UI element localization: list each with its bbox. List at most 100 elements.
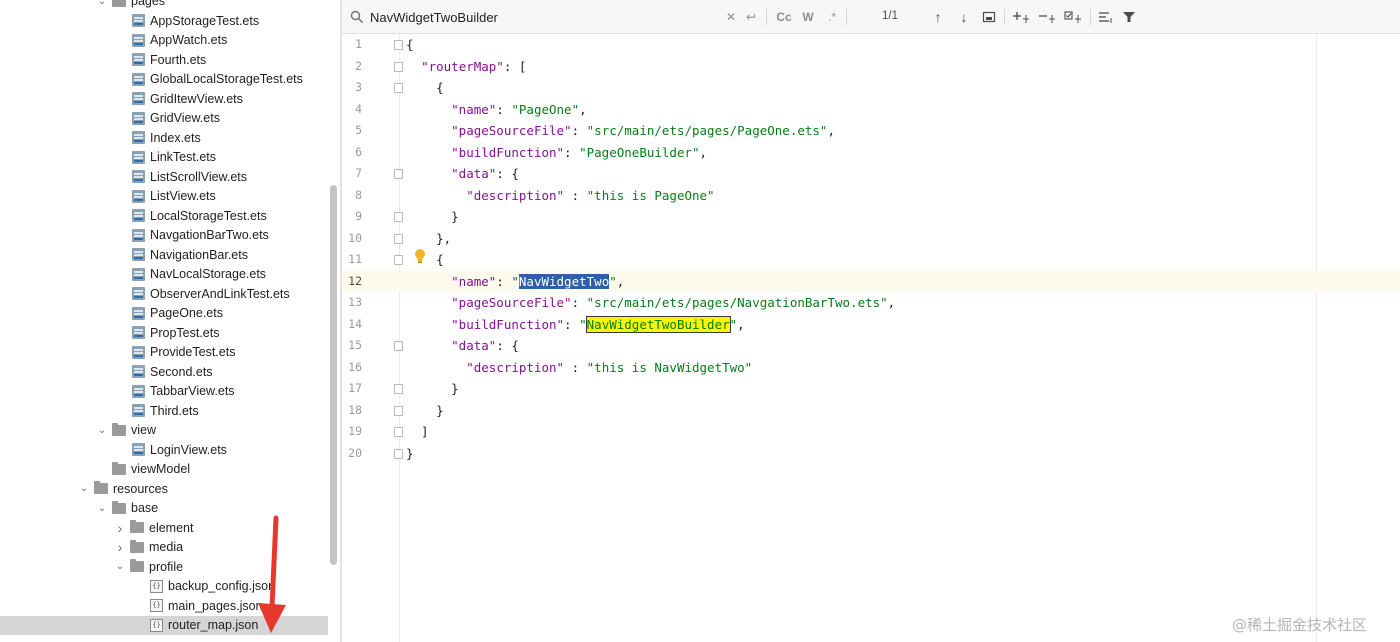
tree-item-navgationbartwo-ets[interactable]: NavgationBarTwo.ets xyxy=(0,226,328,246)
tree-item-label: ListView.ets xyxy=(150,189,216,204)
tree-item-providetest-ets[interactable]: ProvideTest.ets xyxy=(0,343,328,363)
tree-item-label: GridView.ets xyxy=(150,111,220,126)
watermark: @稀土掘金技术社区 xyxy=(1232,616,1368,634)
chevron-right-icon[interactable]: › xyxy=(114,539,126,555)
tree-item-listview-ets[interactable]: ListView.ets xyxy=(0,187,328,207)
fold-marker-icon[interactable] xyxy=(394,255,403,265)
tree-item-navlocalstorage-ets[interactable]: NavLocalStorage.ets xyxy=(0,265,328,285)
tree-item-linktest-ets[interactable]: LinkTest.ets xyxy=(0,148,328,168)
code-line[interactable]: 3 { xyxy=(342,77,1400,99)
ets-file-icon xyxy=(132,189,145,203)
tree-item-localstoragetest-ets[interactable]: LocalStorageTest.ets xyxy=(0,206,328,226)
tree-item-appstoragetest-ets[interactable]: AppStorageTest.ets xyxy=(0,11,328,31)
fold-marker-icon[interactable] xyxy=(394,427,403,437)
fold-marker-icon[interactable] xyxy=(394,61,403,72)
select-all-occurrences-icon[interactable] xyxy=(982,8,996,26)
code-line[interactable]: 10 }, xyxy=(342,228,1400,250)
code-line[interactable]: 8 "description" : "this is PageOne" xyxy=(342,185,1400,207)
code-line[interactable]: 9 } xyxy=(342,206,1400,228)
select-all-icon[interactable] xyxy=(1064,8,1082,26)
fold-marker-icon[interactable] xyxy=(394,405,403,416)
tree-item-loginview-ets[interactable]: LoginView.ets xyxy=(0,440,328,460)
tree-item-griditewview-ets[interactable]: GridItewView.ets xyxy=(0,89,328,109)
tree-item-globallocalstoragetest-ets[interactable]: GlobalLocalStorageTest.ets xyxy=(0,70,328,90)
chevron-down-icon[interactable]: ⌄ xyxy=(96,0,108,7)
annotation-arrow xyxy=(258,515,286,633)
tree-item-appwatch-ets[interactable]: AppWatch.ets xyxy=(0,31,328,51)
chevron-down-icon[interactable]: ⌄ xyxy=(96,502,108,514)
whole-words-toggle[interactable]: W xyxy=(800,8,816,26)
tree-item-label: ProvideTest.ets xyxy=(150,345,236,360)
code-line[interactable]: 4 "name": "PageOne", xyxy=(342,99,1400,121)
chevron-right-icon[interactable]: › xyxy=(114,520,126,536)
filter-icon[interactable] xyxy=(1122,8,1136,26)
tree-item-label: AppStorageTest.ets xyxy=(150,13,260,28)
clear-icon[interactable]: ✕ xyxy=(724,8,738,26)
fold-marker-icon[interactable] xyxy=(394,384,403,394)
code-line[interactable]: 15 "data": { xyxy=(342,335,1400,357)
tree-item-label: view xyxy=(131,423,157,438)
tree-item-observerandlinktest-ets[interactable]: ObserverAndLinkTest.ets xyxy=(0,284,328,304)
tree-item-tabbarview-ets[interactable]: TabbarView.ets xyxy=(0,382,328,402)
tree-item-second-ets[interactable]: Second.ets xyxy=(0,362,328,382)
code-line[interactable]: 14 "buildFunction": "NavWidgetTwoBuilder… xyxy=(342,314,1400,336)
tree-item-resources[interactable]: ⌄ resources xyxy=(0,479,328,499)
code-editor[interactable]: 1{2 "routerMap": [3 {4 "name": "PageOne"… xyxy=(342,34,1400,642)
fold-marker-icon[interactable] xyxy=(394,448,403,459)
fold-marker-icon[interactable] xyxy=(394,83,403,93)
fold-marker-icon[interactable] xyxy=(394,212,403,222)
search-icon[interactable] xyxy=(350,10,364,24)
chevron-down-icon[interactable]: ⌄ xyxy=(78,483,90,495)
remove-selection-icon[interactable] xyxy=(1038,8,1056,26)
fold-marker-icon[interactable] xyxy=(394,40,403,50)
tree-scrollbar[interactable] xyxy=(330,185,337,565)
chevron-down-icon[interactable]: ⌄ xyxy=(96,424,108,436)
tree-item-index-ets[interactable]: Index.ets xyxy=(0,128,328,148)
line-number: 16 xyxy=(348,359,362,374)
code-line[interactable]: 20} xyxy=(342,443,1400,465)
code-line[interactable]: 5 "pageSourceFile": "src/main/ets/pages/… xyxy=(342,120,1400,142)
code-line[interactable]: 17 } xyxy=(342,378,1400,400)
line-number: 14 xyxy=(348,316,362,331)
code-line[interactable]: 16 "description" : "this is NavWidgetTwo… xyxy=(342,357,1400,379)
previous-occurrence-icon[interactable]: ↑ xyxy=(930,8,946,26)
fold-marker-icon[interactable] xyxy=(394,341,403,351)
tree-item-listscrollview-ets[interactable]: ListScrollView.ets xyxy=(0,167,328,187)
tree-item-pageone-ets[interactable]: PageOne.ets xyxy=(0,304,328,324)
tree-item-navigationbar-ets[interactable]: NavigationBar.ets xyxy=(0,245,328,265)
match-case-toggle[interactable]: Cc xyxy=(774,8,794,26)
fold-marker-icon[interactable] xyxy=(394,169,403,179)
code-line[interactable]: 6 "buildFunction": "PageOneBuilder", xyxy=(342,142,1400,164)
tree-item-proptest-ets[interactable]: PropTest.ets xyxy=(0,323,328,343)
lightbulb-icon[interactable] xyxy=(414,248,426,264)
tree-item-third-ets[interactable]: Third.ets xyxy=(0,401,328,421)
next-occurrence-icon[interactable]: ↓ xyxy=(956,8,972,26)
filter-options-icon[interactable] xyxy=(1098,8,1114,26)
code-text: "name": "PageOne", xyxy=(451,101,587,117)
code-line[interactable]: 2 "routerMap": [ xyxy=(342,56,1400,78)
line-number: 17 xyxy=(348,381,362,395)
new-line-icon[interactable]: ↩ xyxy=(744,8,758,26)
tree-item-gridview-ets[interactable]: GridView.ets xyxy=(0,109,328,129)
code-line[interactable]: 19 ] xyxy=(342,421,1400,443)
code-line[interactable]: 7 "data": { xyxy=(342,163,1400,185)
code-line[interactable]: 12 "name": "NavWidgetTwo", xyxy=(342,270,1400,292)
line-number: 10 xyxy=(348,230,362,245)
code-text: "pageSourceFile": "src/main/ets/pages/Na… xyxy=(451,295,896,310)
code-line[interactable]: 1{ xyxy=(342,34,1400,56)
separator xyxy=(846,9,847,25)
tree-item-fourth-ets[interactable]: Fourth.ets xyxy=(0,50,328,70)
tree-item-viewmodel[interactable]: viewModel xyxy=(0,460,328,480)
tree-item-pages[interactable]: ⌄ pages xyxy=(0,0,328,11)
code-line[interactable]: 11 { xyxy=(342,249,1400,271)
regex-toggle[interactable]: .* xyxy=(824,8,840,26)
line-number: 3 xyxy=(355,80,362,94)
folder-icon xyxy=(112,500,126,514)
tree-item-view[interactable]: ⌄ view xyxy=(0,421,328,441)
search-input[interactable] xyxy=(370,7,710,27)
code-line[interactable]: 13 "pageSourceFile": "src/main/ets/pages… xyxy=(342,292,1400,314)
chevron-down-icon[interactable]: ⌄ xyxy=(114,561,126,573)
add-selection-icon[interactable] xyxy=(1012,8,1030,26)
code-line[interactable]: 18 } xyxy=(342,400,1400,422)
fold-marker-icon[interactable] xyxy=(394,233,403,244)
